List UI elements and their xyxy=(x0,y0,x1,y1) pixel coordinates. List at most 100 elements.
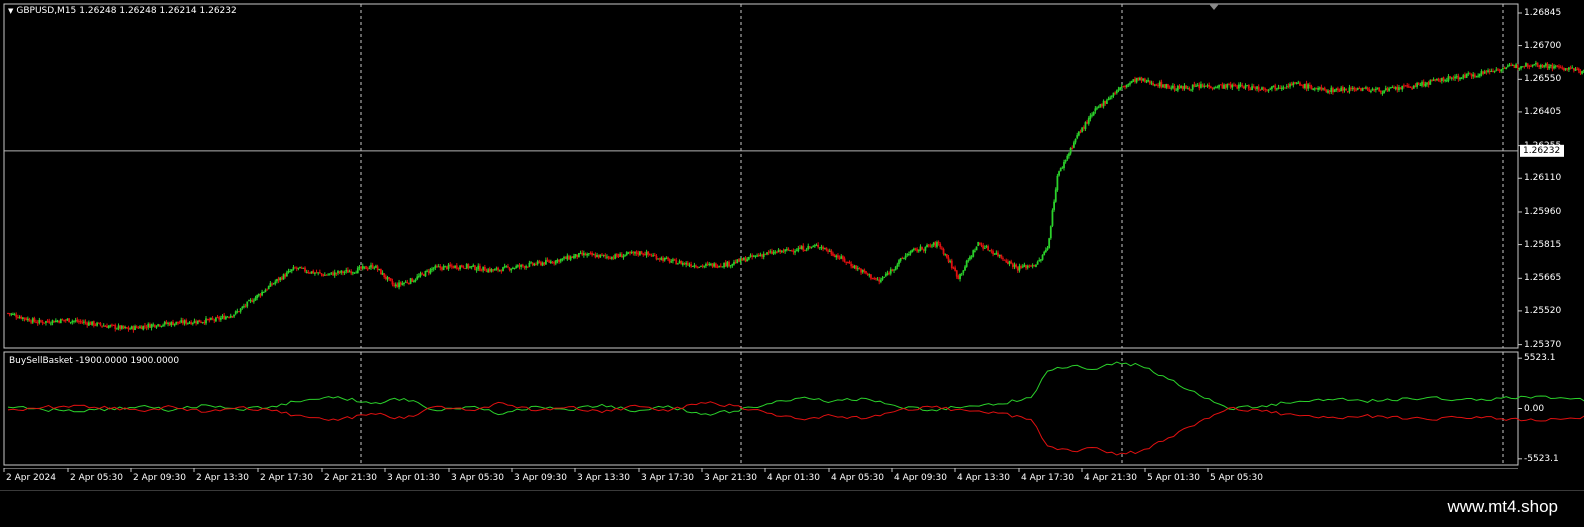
candle-bull xyxy=(69,321,72,323)
candle-bull xyxy=(1543,65,1546,67)
candle-bull xyxy=(1297,82,1300,84)
candle-bear xyxy=(281,277,283,280)
candle-bear xyxy=(312,270,315,274)
indicator-tick-label: 5523.1 xyxy=(1524,353,1556,364)
candle-bear xyxy=(244,305,247,307)
indicator-chart[interactable] xyxy=(0,350,1584,468)
candle-bull xyxy=(120,325,123,329)
candle-bull xyxy=(1180,85,1183,89)
candle-bear xyxy=(647,251,650,255)
candle-bear xyxy=(396,284,399,287)
candle-bear xyxy=(620,254,623,258)
candle-bull xyxy=(1106,100,1108,104)
candle-bull xyxy=(1038,260,1041,262)
candle-bear xyxy=(178,322,181,324)
candle-bear xyxy=(1407,86,1410,88)
candle-bull xyxy=(1013,264,1016,267)
candle-bull xyxy=(210,317,212,320)
candle-bull xyxy=(1495,69,1498,71)
candle-bear xyxy=(1290,83,1293,86)
candle-bull xyxy=(1206,85,1209,87)
candle-bull xyxy=(1515,64,1517,69)
candle-bull xyxy=(1477,75,1480,77)
candle-bear xyxy=(615,253,618,257)
candle-bear xyxy=(850,263,853,267)
candle-bear xyxy=(365,266,367,270)
candle-bull xyxy=(73,320,75,322)
candle-bull xyxy=(645,251,648,256)
candle-bull xyxy=(579,252,582,254)
candle-bear xyxy=(955,270,958,277)
candle-bull xyxy=(911,250,914,253)
candle-bear xyxy=(132,326,135,331)
candle-bear xyxy=(675,260,678,265)
candle-bear xyxy=(540,262,542,266)
candle-bull xyxy=(754,255,757,257)
candle-bear xyxy=(1368,89,1371,92)
candle-bull xyxy=(299,266,301,269)
candle-bull xyxy=(1056,175,1059,191)
chart-frame xyxy=(3,3,1519,349)
candle-bear xyxy=(1469,73,1471,75)
candle-bull xyxy=(170,321,173,326)
candle-bear xyxy=(1513,65,1516,68)
candle-bear xyxy=(954,267,956,271)
candle-bull xyxy=(205,318,207,324)
candle-bear xyxy=(1148,80,1151,84)
candle-bull xyxy=(886,273,889,275)
candle-bull xyxy=(746,259,749,262)
candle-bear xyxy=(144,325,146,327)
candle-bear xyxy=(591,252,593,256)
candle-bull xyxy=(1295,82,1298,84)
candle-bull xyxy=(1292,82,1295,86)
candle-bull xyxy=(627,252,630,254)
footer-divider xyxy=(0,490,1584,491)
candle-bear xyxy=(1247,84,1250,89)
candle-bear xyxy=(830,250,833,255)
candle-bear xyxy=(584,253,587,256)
symbol-header: ▼ GBPUSD,M15 1.26248 1.26248 1.26214 1.2… xyxy=(8,6,237,16)
candle-bear xyxy=(901,257,904,259)
candle-bear xyxy=(266,289,268,291)
candle-bull xyxy=(502,267,504,272)
candle-bull xyxy=(1553,66,1555,69)
candle-bull xyxy=(1426,82,1428,85)
candle-bear xyxy=(825,247,828,251)
candle-bear xyxy=(640,251,643,255)
candle-bull xyxy=(109,325,112,327)
candle-bear xyxy=(1033,265,1036,267)
candle-bear xyxy=(315,272,318,274)
candle-bull xyxy=(1275,88,1278,90)
candle-bear xyxy=(658,258,661,260)
candle-bear xyxy=(84,321,87,323)
candle-bear xyxy=(1576,68,1579,70)
candle-bear xyxy=(391,281,394,285)
candle-bull xyxy=(1564,68,1567,70)
candle-bear xyxy=(1188,88,1191,90)
candle-bear xyxy=(1185,85,1187,89)
candle-bear xyxy=(497,267,499,271)
candle-bull xyxy=(297,267,300,269)
candle-bull xyxy=(672,259,674,261)
time-tick-label: 2 Apr 13:30 xyxy=(196,473,249,483)
candle-bear xyxy=(997,252,999,257)
triangle-down-icon[interactable]: ▼ xyxy=(8,6,13,16)
candle-bull xyxy=(964,266,966,271)
candle-bull xyxy=(469,266,471,268)
candle-bear xyxy=(878,279,881,282)
candle-bull xyxy=(1429,80,1432,85)
candle-bull xyxy=(375,265,377,268)
candle-bull xyxy=(1226,83,1229,88)
candle-bear xyxy=(104,325,107,327)
candle-bull xyxy=(1445,80,1448,82)
indicator-series-red xyxy=(7,401,1584,456)
candle-bull xyxy=(1351,87,1354,89)
candle-bull xyxy=(162,324,164,326)
candle-bear xyxy=(855,265,857,270)
current-price-label: 1.26232 xyxy=(1523,145,1561,156)
candle-bull xyxy=(1102,100,1105,107)
candle-bull xyxy=(1061,167,1064,169)
candle-bull xyxy=(1389,87,1392,89)
price-chart[interactable] xyxy=(0,0,1584,350)
candle-bull xyxy=(221,315,224,318)
